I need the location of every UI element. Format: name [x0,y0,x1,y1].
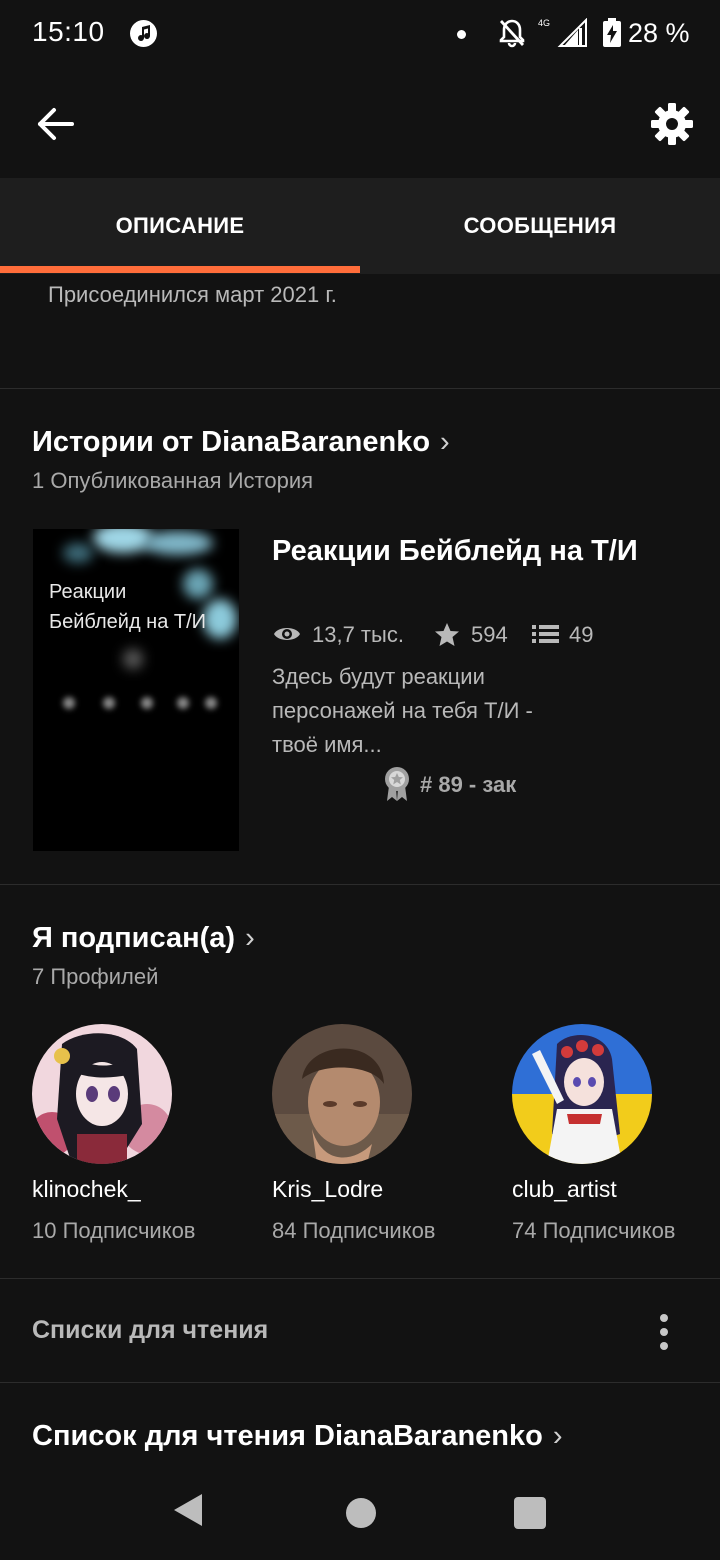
nav-home-icon[interactable] [346,1498,376,1528]
following-count: 7 Профилей [32,964,159,989]
avatar[interactable] [32,1024,172,1164]
cover-art-blob [143,531,213,555]
cover-art-blob [63,543,93,563]
profile-name[interactable]: club_artist [512,1176,617,1203]
system-nav-bar [0,1468,720,1560]
parts-count: 49 [569,622,594,647]
status-bar: 15:10 4G 28 % [0,0,720,70]
rank-ribbon-icon [385,767,409,801]
cover-title: Реакции Бейблейд на Т/И [49,581,207,633]
profile-followers: 84 Подписчиков [272,1218,436,1243]
bell-muted-icon [499,19,525,48]
nav-back-icon[interactable] [172,1492,204,1528]
notification-dot-icon [457,30,466,39]
divider [0,388,720,389]
list-icon [532,625,559,643]
story-cover[interactable]: Реакции Бейблейд на Т/И [33,529,239,851]
tab-messages[interactable]: СООБЩЕНИЯ [360,178,720,274]
cover-dots [63,697,223,717]
back-arrow-icon[interactable] [34,102,78,146]
nav-recents-icon[interactable] [514,1497,546,1529]
joined-date: Присоединился март 2021 г. [48,282,337,307]
chevron-right-icon: › [245,922,255,954]
story-description: Здесь будут реакции персонажей на тебя Т… [272,664,533,757]
avatar[interactable] [512,1024,652,1164]
profile-name[interactable]: klinochek_ [32,1176,141,1203]
eye-icon [274,628,300,640]
views-count: 13,7 тыс. [312,622,404,647]
network-type: 4G [538,18,551,28]
votes-count: 594 [471,622,508,647]
reading-list-title: Список для чтения DianaBaranenko [32,1420,543,1452]
reading-lists-header: Списки для чтения [32,1316,269,1344]
status-time: 15:10 [32,16,105,47]
more-vertical-icon[interactable] [652,1312,676,1352]
divider [0,1278,720,1279]
chevron-right-icon: › [552,1420,563,1452]
gear-icon[interactable] [648,100,696,148]
chevron-right-icon: › [440,426,450,458]
stories-title: Истории от DianaBaranenko [32,426,431,458]
story-title[interactable]: Реакции Бейблейд на Т/И [272,532,682,570]
signal-icon [557,18,587,47]
profile-followers: 74 Подписчиков [512,1218,676,1243]
profile-name[interactable]: Kris_Lodre [272,1176,383,1203]
cover-art-blob [123,649,143,669]
avatar[interactable] [272,1024,412,1164]
tab-description[interactable]: ОПИСАНИЕ [0,178,360,274]
stories-section-header[interactable]: Истории от DianaBaranenko › [32,426,450,459]
app-bar [0,70,720,178]
profile-tabs: ОПИСАНИЕ СООБЩЕНИЯ [0,178,720,274]
star-icon [435,623,459,646]
profile-followers: 10 Подписчиков [32,1218,196,1243]
tab-selected-indicator [0,266,360,273]
rank-label: # 89 - зак [420,772,517,797]
battery-percent: 28 % [628,18,690,48]
battery-charging-icon [603,18,621,47]
stories-count: 1 Опубликованная История [32,468,314,493]
following-title: Я подписан(а) [32,922,236,954]
following-section-header[interactable]: Я подписан(а) › [32,922,255,955]
music-notification-icon [130,20,157,47]
reading-list-header[interactable]: Список для чтения DianaBaranenko › [32,1420,563,1453]
divider [0,884,720,885]
divider [0,1382,720,1383]
